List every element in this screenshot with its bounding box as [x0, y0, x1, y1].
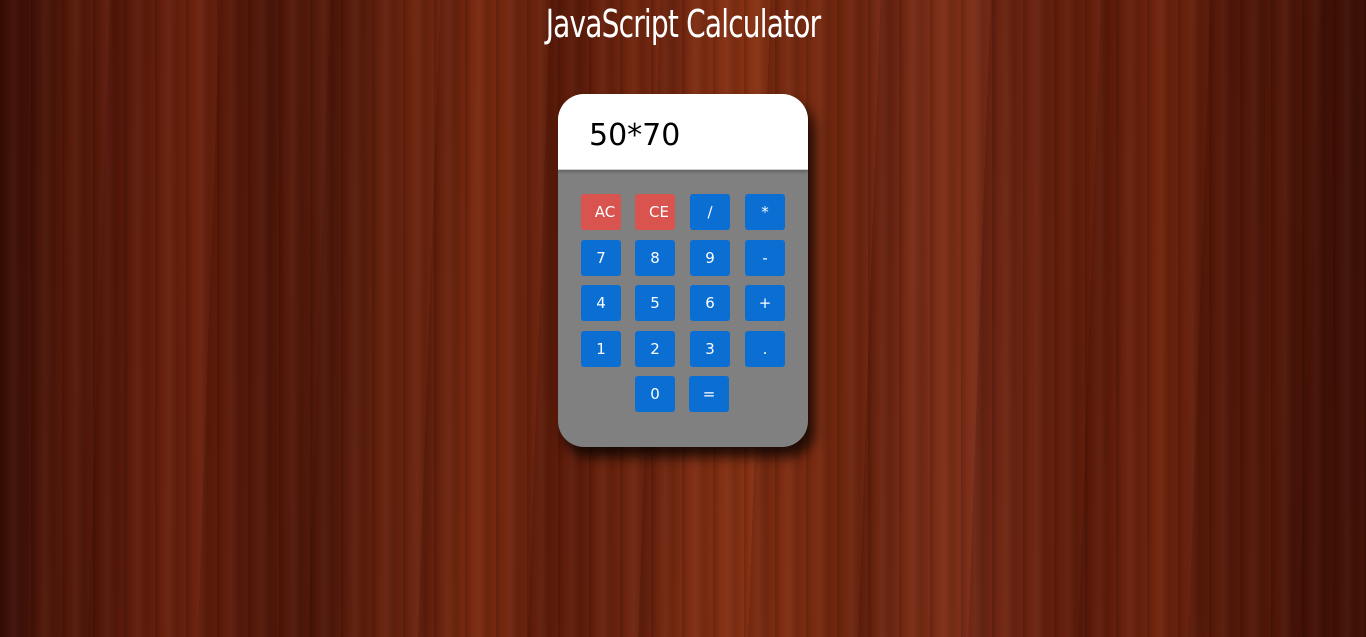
- calculator-display: 50*70: [558, 94, 808, 170]
- calculator: 50*70 AC CE / * 7 8 9 - 4 5 6 + 1 2 3 . …: [558, 94, 808, 447]
- digit-6-button[interactable]: 6: [690, 285, 730, 321]
- digit-4-button[interactable]: 4: [581, 285, 621, 321]
- divide-button[interactable]: /: [690, 194, 730, 230]
- clear-entry-label: CE: [649, 203, 669, 221]
- display-value: 50*70: [589, 118, 681, 153]
- decimal-button[interactable]: .: [745, 331, 785, 367]
- multiply-button[interactable]: *: [745, 194, 785, 230]
- digit-1-button[interactable]: 1: [581, 331, 621, 367]
- digit-5-button[interactable]: 5: [635, 285, 675, 321]
- digit-2-button[interactable]: 2: [635, 331, 675, 367]
- digit-3-button[interactable]: 3: [690, 331, 730, 367]
- minus-button[interactable]: -: [745, 240, 785, 276]
- all-clear-button[interactable]: AC: [581, 194, 621, 230]
- clear-entry-button[interactable]: CE: [635, 194, 675, 230]
- digit-8-button[interactable]: 8: [635, 240, 675, 276]
- page-title: JavaScript Calculator: [545, 2, 821, 46]
- digit-0-button[interactable]: 0: [635, 376, 675, 412]
- digit-7-button[interactable]: 7: [581, 240, 621, 276]
- plus-button[interactable]: +: [745, 285, 785, 321]
- equals-button[interactable]: =: [689, 376, 729, 412]
- all-clear-label: AC: [594, 203, 616, 221]
- digit-9-button[interactable]: 9: [690, 240, 730, 276]
